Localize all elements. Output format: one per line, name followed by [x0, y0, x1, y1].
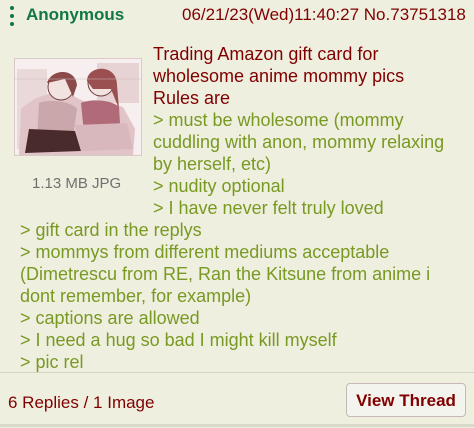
- greentext-line: > I have never felt truly loved: [153, 198, 384, 218]
- thumbnail-illustration: [15, 59, 141, 155]
- greentext-line: by herself, etc): [153, 154, 272, 174]
- greentext-line: > captions are allowed: [20, 308, 200, 328]
- file-meta: 1.13 MB JPG: [32, 175, 122, 192]
- image-thumbnail[interactable]: [14, 58, 142, 156]
- view-thread-button[interactable]: View Thread: [346, 383, 466, 417]
- post-footer: 6 Replies / 1 Image View Thread: [0, 372, 474, 428]
- greentext-line: > must be wholesome (mommy: [153, 110, 404, 130]
- post-datetime-number[interactable]: 06/21/23(Wed)11:40:27 No.73751318: [182, 5, 466, 25]
- greentext-line: cuddling with anon, mommy relaxing: [153, 132, 445, 152]
- message-line: Rules are: [153, 88, 231, 108]
- reply-count: 6 Replies / 1 Image: [8, 393, 155, 412]
- greentext-line: > mommys from different mediums acceptab…: [20, 242, 390, 262]
- greentext-line: (Dimetrescu from RE, Ran the Kitsune fro…: [20, 264, 431, 284]
- greentext-line: > pic rel: [20, 352, 84, 372]
- greentext-line: dont remember, for example): [20, 286, 252, 306]
- author-name: Anonymous: [26, 5, 125, 24]
- message-line: Trading Amazon gift card for: [153, 44, 379, 64]
- post-header: Anonymous 06/21/23(Wed)11:40:27 No.73751…: [0, 0, 474, 34]
- thread-post: Anonymous 06/21/23(Wed)11:40:27 No.73751…: [0, 0, 474, 427]
- menu-icon[interactable]: [8, 6, 16, 26]
- message-line: wholesome anime mommy pics: [153, 66, 405, 86]
- greentext-line: > gift card in the replys: [20, 220, 202, 240]
- greentext-line: > nudity optional: [153, 176, 285, 196]
- greentext-line: > I need a hug so bad I might kill mysel…: [20, 330, 337, 350]
